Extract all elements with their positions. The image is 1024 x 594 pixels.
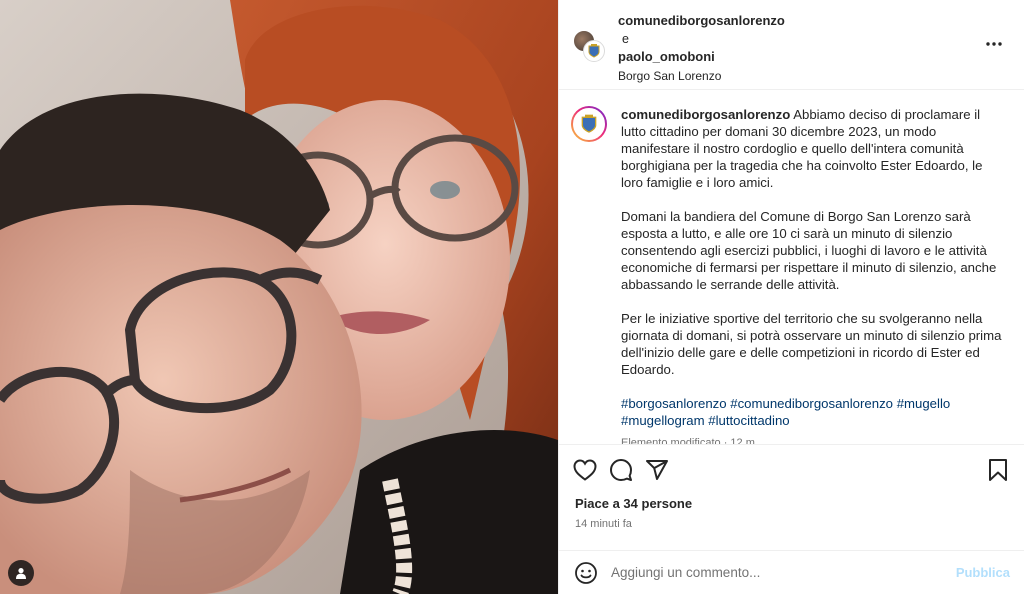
- post-timestamp[interactable]: 14 minuti fa: [575, 518, 632, 530]
- tagged-users-button[interactable]: [8, 560, 34, 586]
- hashtag-list: #borgosanlorenzo #comunediborgosanlorenz…: [621, 395, 1008, 429]
- caption-paragraph-2: Domani la bandiera del Comune di Borgo S…: [621, 209, 997, 292]
- action-bar: [559, 444, 1024, 492]
- emoji-button[interactable]: [573, 560, 599, 586]
- save-button[interactable]: [985, 457, 1011, 483]
- comment-input[interactable]: [611, 565, 956, 580]
- publish-button[interactable]: Pubblica: [956, 565, 1010, 580]
- coat-of-arms-icon: [581, 114, 597, 133]
- comment-button[interactable]: [608, 457, 634, 483]
- share-button[interactable]: [644, 457, 670, 483]
- caption-section: comunediborgosanlorenzo Abbiamo deciso d…: [559, 90, 1024, 444]
- post-header: comunediborgosanlorenzo e paolo_omoboni …: [559, 0, 1024, 90]
- user-tag-icon: [16, 568, 26, 579]
- location-link[interactable]: Borgo San Lorenzo: [618, 67, 785, 85]
- more-options-button[interactable]: [982, 34, 1006, 54]
- comment-form: Pubblica: [559, 550, 1024, 594]
- comment-icon: [610, 459, 632, 481]
- caption-paragraph-3: Per le iniziative sportive del territori…: [621, 311, 1002, 377]
- likes-section: Piace a 34 persone 14 minuti fa: [559, 492, 1024, 550]
- hashtag-link[interactable]: #comunediborgosanlorenzo: [730, 396, 893, 411]
- more-options-icon: [986, 42, 1002, 46]
- emoji-icon: [575, 561, 597, 584]
- conjunction-label: e: [622, 32, 629, 46]
- caption-username[interactable]: comunediborgosanlorenzo: [621, 107, 790, 122]
- heart-icon: [573, 459, 597, 481]
- hashtag-link[interactable]: #mugellogram: [621, 413, 705, 428]
- hashtag-link[interactable]: #borgosanlorenzo: [621, 396, 727, 411]
- avatar[interactable]: [583, 40, 605, 62]
- selfie-image: [0, 0, 558, 594]
- author-username[interactable]: comunediborgosanlorenzo: [618, 12, 785, 30]
- likes-count[interactable]: Piace a 34 persone: [575, 496, 692, 511]
- bookmark-icon: [989, 459, 1007, 481]
- post-photo[interactable]: [0, 0, 558, 594]
- hashtag-link[interactable]: #mugello: [897, 396, 951, 411]
- collaborator-username[interactable]: paolo_omoboni: [618, 48, 785, 66]
- hashtag-link[interactable]: #luttocittadino: [708, 413, 789, 428]
- share-icon: [646, 460, 668, 480]
- instagram-post-modal: comunediborgosanlorenzo e paolo_omoboni …: [0, 0, 1024, 594]
- caption-text: comunediborgosanlorenzo Abbiamo deciso d…: [621, 106, 1008, 444]
- avatar[interactable]: [571, 106, 607, 142]
- like-button[interactable]: [572, 457, 598, 483]
- edited-timestamp: Elemento modificato · 12 m: [621, 437, 755, 444]
- post-side-panel: comunediborgosanlorenzo e paolo_omoboni …: [558, 0, 1024, 594]
- coat-of-arms-icon: [588, 44, 600, 58]
- collab-avatars[interactable]: [573, 30, 605, 62]
